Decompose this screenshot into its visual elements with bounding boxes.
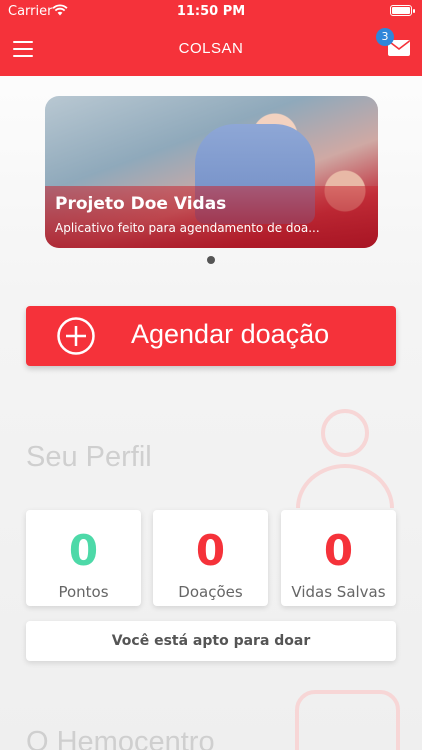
notification-badge: 3 <box>376 28 394 46</box>
lives-saved-card: 0 Vidas Salvas <box>281 510 396 606</box>
donations-label: Doações <box>178 583 243 601</box>
donations-card: 0 Doações <box>153 510 268 606</box>
status-bar: Carrier 11:50 PM <box>0 0 422 24</box>
app-title: COLSAN <box>178 40 244 57</box>
lives-saved-value: 0 <box>323 526 354 575</box>
carousel-page-indicator[interactable] <box>207 256 215 264</box>
points-label: Pontos <box>58 583 109 601</box>
banner-title: Projeto Doe Vidas <box>55 194 227 214</box>
clock: 11:50 PM <box>176 4 246 19</box>
lives-saved-label: Vidas Salvas <box>291 583 386 601</box>
schedule-donation-label: Agendar doação <box>131 319 330 349</box>
battery-icon <box>390 5 415 16</box>
hemocentro-section-title: O Hemocentro <box>26 726 215 750</box>
person-watermark-icon <box>296 409 394 508</box>
donations-value: 0 <box>195 526 226 575</box>
nav-bar: COLSAN 3 <box>0 24 422 76</box>
points-card: 0 Pontos <box>26 510 141 606</box>
points-value: 0 <box>68 526 99 575</box>
building-watermark-icon <box>295 690 400 750</box>
schedule-donation-button[interactable]: Agendar doação <box>26 306 396 366</box>
eligibility-status: Você está apto para doar <box>26 621 396 661</box>
banner-subtitle: Aplicativo feito para agendamento de doa… <box>55 221 320 235</box>
banner-card[interactable]: Projeto Doe Vidas Aplicativo feito para … <box>45 96 378 248</box>
plus-circle-icon <box>57 317 95 355</box>
profile-section-title: Seu Perfil <box>26 441 152 473</box>
